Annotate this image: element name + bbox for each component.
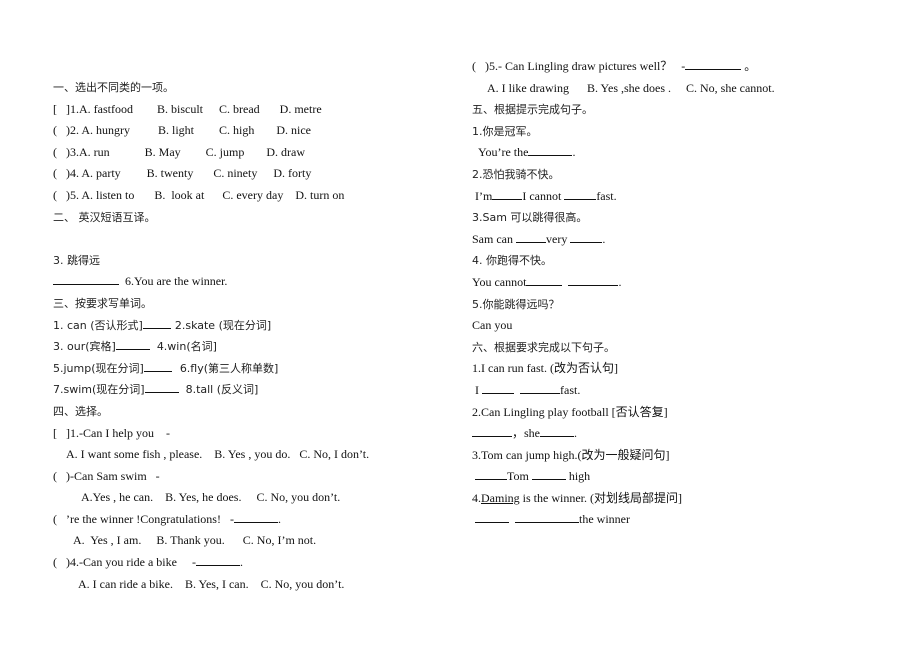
answer-blank[interactable]	[143, 359, 172, 372]
answer-blank[interactable]	[233, 510, 278, 523]
answer-blank[interactable]	[472, 424, 512, 438]
answer-blank[interactable]	[142, 316, 171, 329]
answer-blank[interactable]	[515, 510, 579, 524]
right-column: ( )5.- Can Lingling draw pictures well？ …	[472, 56, 892, 531]
section-4-title: 四、选择。	[53, 404, 108, 418]
sec5-item-5-cn: 5.你能跳得远吗？	[472, 297, 560, 311]
sec1-item-2: ( )2. A. hungry B. light C. high D. nice	[53, 123, 312, 138]
section-6-title: 六、根据要求完成以下句子。	[472, 340, 615, 354]
sec5-item-3-cn: 3.Sam 可以跳得很高。	[472, 211, 588, 225]
sec6-item-1-a: I fast.	[475, 381, 581, 397]
answer-blank[interactable]	[195, 553, 240, 567]
sec6-item-3-q: 3.Tom can jump high.(改为一般疑问句]	[472, 447, 670, 462]
sec4-q5: ( )5.- Can Lingling draw pictures well？ …	[472, 57, 757, 73]
sec3-row-3: 5.jump(现在分词] 6.fly(第三人称单数]	[53, 358, 443, 380]
sec4-q1-options: A. I want some fish , please. B. Yes , y…	[66, 447, 370, 462]
sec4-q1: [ ]1.-Can I help you -	[53, 425, 170, 440]
sec4-q3: ( ’re the winner !Congratulations! -.	[53, 510, 281, 526]
sec4-q4-options: A. I can ride a bike. B. Yes, I can. C. …	[78, 576, 345, 591]
sec6-item-4-a: the winner	[472, 509, 892, 531]
sec5-item-4-cn: 4. 你跑得不快。	[472, 254, 552, 268]
sec3-row-1: 1. can (否认形式] 2.skate (现在分词]	[53, 315, 443, 337]
section-3-title: 三、按要求写单词。	[53, 296, 152, 310]
section-2-title: 二、 英汉短语互译。	[53, 210, 156, 224]
sec5-item-5-en: Can you	[472, 318, 513, 333]
answer-blank[interactable]	[526, 273, 563, 286]
answer-blank[interactable]	[568, 273, 619, 286]
answer-blank[interactable]	[531, 467, 566, 481]
section-5-title: 五、根据提示完成句子。	[472, 103, 593, 117]
sec5-item-2-cn: 2.恐怕我骑不快。	[472, 167, 560, 181]
sec6-item-1-q: 1.I can run fast. (改为否认句]	[472, 361, 618, 376]
sec6-item-3-a: Tom high	[472, 466, 892, 488]
sec2-item-3: 3. 跳得远	[53, 253, 100, 267]
sec5-item-1-en: You’re the.	[478, 143, 576, 160]
sec2-item-6: 6.You are the winner.	[53, 271, 443, 293]
answer-blank[interactable]	[685, 57, 742, 70]
sec3-row-2: 3. our(宾格] 4.win(名词]	[53, 336, 443, 358]
left-column: 一、选出不同类的一项。 [ ]1.A. fastfood B. biscult C.…	[53, 77, 443, 595]
answer-blank[interactable]	[144, 380, 179, 394]
sec5-item-1-cn: 1.你是冠军。	[472, 124, 538, 138]
sec4-q3-options: A. Yes , I am. B. Thank you. C. No, I’m …	[73, 533, 317, 548]
sec6-item-2-q: 2.Can Lingling play football [否认答复]	[472, 404, 668, 419]
answer-blank[interactable]	[475, 467, 507, 481]
sec4-q2: ( )-Can Sam swim -	[53, 468, 160, 483]
sec4-q2-options: A.Yes , he can. B. Yes, he does. C. No, …	[81, 490, 341, 505]
sec6-item-4-q: 4.Daming is the winner. (对划线局部提问]	[472, 490, 682, 505]
answer-blank[interactable]	[528, 143, 573, 157]
answer-blank[interactable]	[475, 510, 509, 524]
sec4-q4: ( )4.-Can you ride a bike -.	[53, 553, 243, 570]
answer-blank[interactable]	[520, 381, 560, 394]
answer-blank[interactable]	[482, 381, 514, 394]
sec4-q5-options: A. I like drawing B. Yes ,she does . C. …	[487, 80, 775, 95]
answer-blank[interactable]	[564, 187, 597, 200]
sec3-row-4: 7.swim(现在分词] 8.tall (反义词]	[53, 379, 443, 401]
sec1-item-4: ( )4. A. party B. twenty C. ninety D. forty	[53, 166, 312, 181]
sec5-item-2-en: I’m I cannot fast.	[475, 187, 617, 203]
sec1-item-1: [ ]1.A. fastfood B. biscult C. bread D. met…	[53, 101, 322, 116]
sec1-item-3: ( )3.A. run B. May C. jump D. draw	[53, 144, 305, 159]
answer-blank[interactable]	[492, 187, 523, 200]
underlined-word: Daming	[481, 490, 520, 505]
answer-blank[interactable]	[53, 272, 119, 286]
sec5-item-3-en: Sam can very .	[472, 230, 606, 246]
answer-blank[interactable]	[540, 424, 574, 438]
answer-blank[interactable]	[516, 230, 546, 243]
sec5-item-4-en: You cannot.	[472, 273, 622, 289]
answer-blank[interactable]	[115, 337, 150, 351]
sec6-item-2-a: ，she.	[472, 423, 892, 445]
sec1-item-5: ( )5. A. listen to B. look at C. every day…	[53, 187, 345, 202]
section-1-title: 一、选出不同类的一项。	[53, 81, 174, 94]
answer-blank[interactable]	[570, 230, 603, 243]
